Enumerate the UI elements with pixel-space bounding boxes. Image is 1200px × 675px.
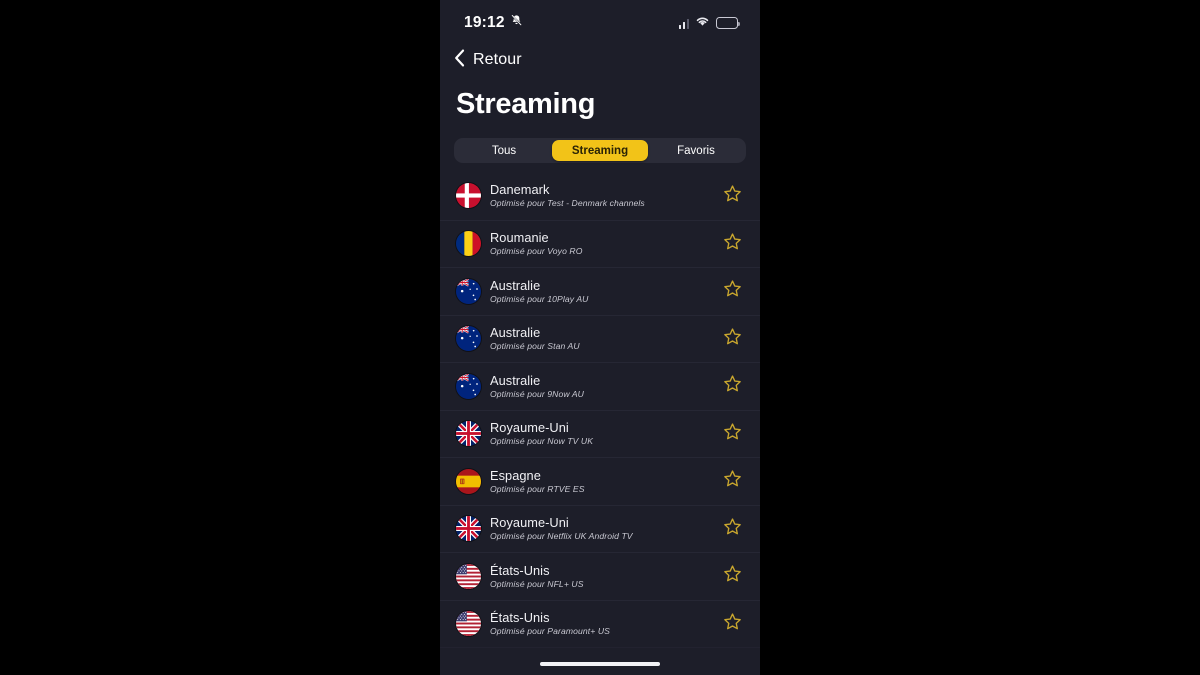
bell-muted-icon <box>510 14 523 32</box>
server-row-text: Roumanie Optimisé pour Voyo RO <box>490 230 715 257</box>
server-row-text: États-Unis Optimisé pour Paramount+ US <box>490 610 715 637</box>
back-button-label: Retour <box>473 51 522 68</box>
server-row-text: Australie Optimisé pour 10Play AU <box>490 278 715 305</box>
server-row[interactable]: Danemark Optimisé pour Test - Denmark cha… <box>440 172 760 220</box>
page-title: Streaming <box>456 88 596 120</box>
back-button[interactable]: Retour <box>440 46 760 74</box>
server-row-text: États-Unis Optimisé pour NFL+ US <box>490 563 715 590</box>
wifi-icon <box>695 14 710 32</box>
server-row[interactable]: Roumanie Optimisé pour Voyo RO <box>440 219 760 268</box>
server-country-name: Australie <box>490 277 541 293</box>
server-row[interactable]: Royaume-Uni Optimisé pour Now TV UK <box>440 409 760 458</box>
favorite-star-icon[interactable] <box>723 422 742 446</box>
flag-icon-au <box>456 326 481 352</box>
tab-favoris-label: Favoris <box>677 144 715 157</box>
server-row-text: Espagne Optimisé pour RTVE ES <box>490 468 715 495</box>
flag-icon-gb <box>456 421 481 447</box>
server-row[interactable]: Australie Optimisé pour Stan AU <box>440 314 760 363</box>
server-country-name: Roumanie <box>490 230 549 246</box>
favorite-star-icon[interactable] <box>723 469 742 493</box>
server-list[interactable]: Danemark Optimisé pour Test - Denmark cha… <box>440 172 760 653</box>
favorite-star-icon[interactable] <box>723 279 742 303</box>
status-bar-right <box>678 14 741 32</box>
status-bar-left: 19:12 <box>464 14 523 32</box>
server-optimised-for: Optimisé pour Voyo RO <box>490 246 583 257</box>
server-optimised-for: Optimisé pour Paramount+ US <box>490 626 610 637</box>
server-optimised-for: Optimisé pour Netflix UK Android TV <box>490 531 633 542</box>
screenshot-canvas: 19:12 Retour Streaming Tous Streaming Fa… <box>0 0 1200 675</box>
server-optimised-for: Optimisé pour NFL+ US <box>490 578 584 589</box>
tab-tous[interactable]: Tous <box>456 140 552 161</box>
server-optimised-for: Optimisé pour Now TV UK <box>490 436 594 447</box>
server-country-name: États-Unis <box>490 562 550 578</box>
server-country-name: Espagne <box>490 467 541 483</box>
server-country-name: Australie <box>490 325 541 341</box>
battery-icon <box>716 17 741 29</box>
home-indicator-bar[interactable] <box>540 661 660 667</box>
server-row[interactable]: Espagne Optimisé pour RTVE ES <box>440 457 760 505</box>
tab-favoris[interactable]: Favoris <box>648 140 744 161</box>
favorite-star-icon[interactable] <box>723 517 742 541</box>
flag-icon-ro <box>456 231 481 257</box>
server-country-name: États-Unis <box>490 610 550 626</box>
flag-icon-gb <box>456 516 481 542</box>
tab-segmented-control: Tous Streaming Favoris <box>454 138 746 163</box>
tab-tous-label: Tous <box>491 144 517 157</box>
server-row[interactable]: États-Unis Optimisé pour Paramount+ US <box>440 599 760 648</box>
home-indicator-area <box>440 653 760 675</box>
server-country-name: Royaume-Uni <box>490 420 569 436</box>
server-optimised-for: Optimisé pour Stan AU <box>490 341 580 352</box>
favorite-star-icon[interactable] <box>723 184 742 208</box>
flag-icon-au <box>456 373 481 399</box>
tab-streaming[interactable]: Streaming <box>552 140 648 161</box>
server-optimised-for: Optimisé pour 9Now AU <box>490 388 584 399</box>
server-row[interactable] <box>440 647 760 653</box>
server-row[interactable]: Australie Optimisé pour 10Play AU <box>440 267 760 315</box>
server-optimised-for: Optimisé pour RTVE ES <box>490 483 585 494</box>
server-row[interactable]: Royaume-Uni Optimisé pour Netflix UK Andr… <box>440 504 760 553</box>
chevron-left-icon <box>454 49 465 72</box>
server-optimised-for: Optimisé pour Test - Denmark channels <box>490 198 645 209</box>
phone-screen: 19:12 Retour Streaming Tous Streaming Fa… <box>440 0 760 675</box>
flag-icon-es <box>456 468 481 494</box>
server-row-text: Royaume-Uni Optimisé pour Now TV UK <box>490 420 715 447</box>
favorite-star-icon[interactable] <box>723 232 742 256</box>
server-country-name: Danemark <box>490 182 550 198</box>
server-row-text: Australie Optimisé pour 9Now AU <box>490 373 715 400</box>
server-row-text: Australie Optimisé pour Stan AU <box>490 325 715 352</box>
favorite-star-icon[interactable] <box>723 612 742 636</box>
favorite-star-icon[interactable] <box>723 327 742 351</box>
flag-icon-dk <box>456 183 481 209</box>
server-row[interactable]: États-Unis Optimisé pour NFL+ US <box>440 552 760 600</box>
flag-icon-au <box>456 278 481 304</box>
server-row-text: Danemark Optimisé pour Test - Denmark cha… <box>490 182 715 209</box>
server-row[interactable]: Australie Optimisé pour 9Now AU <box>440 362 760 410</box>
server-country-name: Australie <box>490 372 541 388</box>
server-country-name: Royaume-Uni <box>490 515 569 531</box>
server-optimised-for: Optimisé pour 10Play AU <box>490 293 589 304</box>
favorite-star-icon[interactable] <box>723 374 742 398</box>
cellular-signal-icon <box>678 18 689 29</box>
status-bar: 19:12 <box>440 0 760 46</box>
tab-streaming-label: Streaming <box>571 144 629 157</box>
flag-icon-us <box>456 563 481 589</box>
flag-icon-us <box>456 611 481 637</box>
status-time: 19:12 <box>464 14 505 31</box>
favorite-star-icon[interactable] <box>723 564 742 588</box>
server-row-text: Royaume-Uni Optimisé pour Netflix UK Andr… <box>490 515 715 542</box>
